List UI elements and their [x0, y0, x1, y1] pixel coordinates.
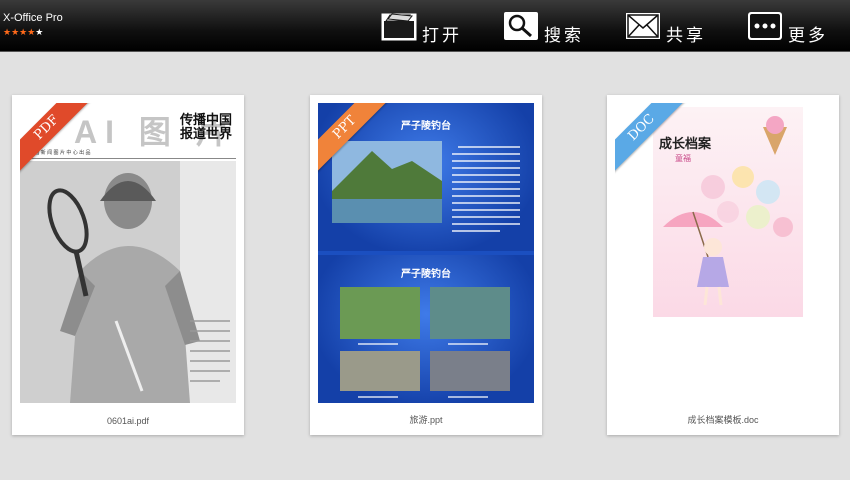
newspaper-slogan: 传播中国 报道世界: [180, 113, 232, 141]
share-button[interactable]: 共享: [624, 8, 706, 46]
file-name: 成长档案模板.doc: [687, 415, 759, 425]
app-rating: ★★★★★: [3, 27, 43, 38]
search-icon: [504, 12, 538, 40]
search-button[interactable]: 搜索: [502, 8, 584, 46]
photo-grid: [340, 287, 510, 398]
envelope-icon: [626, 13, 660, 39]
rating-star-last: ★: [35, 27, 44, 37]
app-title: X-Office Pro: [3, 12, 63, 24]
more-label: 更多: [788, 25, 828, 46]
file-thumbnail: DOC 成长档案 童福: [615, 103, 831, 403]
file-card-ppt[interactable]: PPT 严子陵钓台 严子陵钓台 旅游.ppt: [310, 95, 542, 435]
newspaper-slogan-line2: 报道世界: [180, 126, 233, 141]
slide-1-text-block: [452, 146, 520, 232]
folder-open-icon: [381, 13, 417, 41]
more-dots-icon: [748, 12, 782, 40]
file-thumbnail: PPT 严子陵钓台 严子陵钓台: [318, 103, 534, 403]
open-label: 打开: [422, 25, 462, 46]
landscape-photo: [332, 141, 442, 223]
slide-2: 严子陵钓台: [318, 255, 534, 403]
rating-stars-filled: ★★★★: [3, 27, 36, 37]
file-card-doc[interactable]: DOC 成长档案 童福 成长档案模板.doc: [607, 95, 839, 435]
more-button[interactable]: 更多: [746, 8, 828, 46]
share-label: 共享: [666, 25, 706, 46]
file-name: 0601ai.pdf: [106, 416, 150, 426]
doc-subtitle: 童福: [675, 154, 691, 163]
newspaper-slogan-line1: 传播中国: [180, 112, 233, 127]
file-card-pdf[interactable]: PDF AI 图 片 传播中国 报道世界 中 国 新 闻 图 片 中 心 出 品: [12, 95, 244, 435]
doc-title: 成长档案: [659, 136, 712, 151]
search-label: 搜索: [544, 25, 584, 46]
open-button[interactable]: 打开: [380, 8, 462, 46]
tennis-player-photo: [20, 161, 236, 403]
file-name: 旅游.ppt: [409, 415, 443, 425]
file-thumbnail: PDF AI 图 片 传播中国 报道世界 中 国 新 闻 图 片 中 心 出 品: [20, 103, 236, 403]
top-toolbar: X-Office Pro ★★★★★ 打开 搜索 共享 更多: [0, 0, 850, 52]
slide-2-title: 严子陵钓台: [401, 269, 451, 280]
